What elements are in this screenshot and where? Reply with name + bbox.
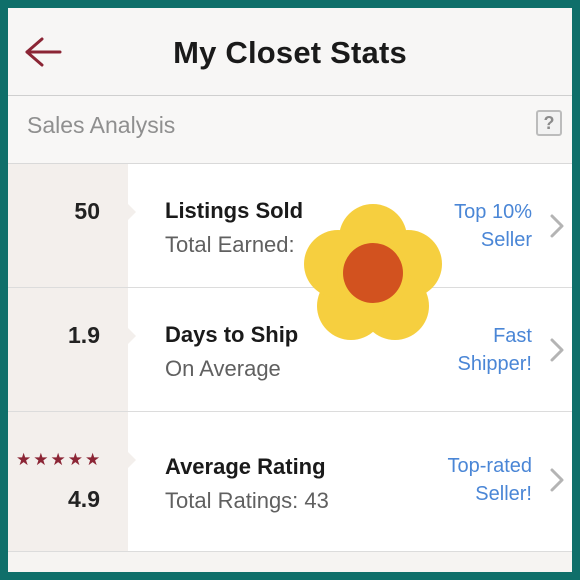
- stat-row-average-rating[interactable]: ★ ★ ★ ★ ★ 4.9 Average Rating Total Ratings: …: [8, 412, 572, 552]
- row-label: Listings Sold: [165, 198, 304, 223]
- star-icon: ★: [33, 450, 49, 469]
- chevron-right-icon: [550, 338, 564, 362]
- row-badge: Fast Shipper!: [458, 322, 533, 378]
- row-badge: Top 10% Seller: [454, 198, 532, 254]
- badge-line: Top-rated: [447, 455, 533, 477]
- star-icon: ★: [85, 450, 101, 469]
- badge-line: Seller: [480, 229, 532, 251]
- chevron-right-icon: [550, 468, 564, 492]
- help-button[interactable]: ?: [536, 110, 562, 136]
- row-label: Average Rating: [165, 454, 326, 479]
- star-icon: ★: [16, 450, 32, 469]
- badge-line: Top 10%: [454, 201, 532, 223]
- top-nav-bar: My Closet Stats: [8, 8, 572, 96]
- badge-line: Seller!: [475, 483, 532, 505]
- badge-line: Fast: [493, 325, 532, 347]
- star-icon: ★: [67, 450, 83, 469]
- page-title: My Closet Stats: [173, 35, 407, 70]
- rating-stars: ★ ★ ★ ★ ★: [16, 450, 116, 470]
- stat-column: 1.9: [8, 288, 136, 411]
- section-title: Sales Analysis: [27, 112, 176, 138]
- stat-column: ★ ★ ★ ★ ★ 4.9: [8, 412, 136, 551]
- stat-value: 50: [74, 198, 100, 224]
- section-header: Sales Analysis ?: [8, 96, 572, 164]
- star-icon: ★: [50, 450, 66, 469]
- badge-line: Shipper!: [457, 353, 533, 375]
- stats-list: 50 Listings Sold Total Earned: Top 10% S…: [8, 164, 572, 572]
- row-sublabel: On Average: [165, 356, 281, 381]
- stat-row-listings-sold[interactable]: 50 Listings Sold Total Earned: Top 10% S…: [8, 164, 572, 288]
- row-sublabel: Total Ratings: 43: [165, 488, 329, 513]
- row-sublabel: Total Earned:: [165, 232, 295, 257]
- stat-value: 4.9: [68, 486, 100, 512]
- stat-value: 1.9: [68, 322, 100, 348]
- row-label: Days to Ship: [165, 322, 299, 347]
- stat-column: 50: [8, 164, 136, 287]
- stat-row-days-to-ship[interactable]: 1.9 Days to Ship On Average Fast Shipper…: [8, 288, 572, 412]
- app-screen: My Closet Stats Sales Analysis ? 50 List…: [8, 8, 572, 572]
- chevron-right-icon: [550, 214, 564, 238]
- row-badge: Top-rated Seller!: [448, 452, 533, 508]
